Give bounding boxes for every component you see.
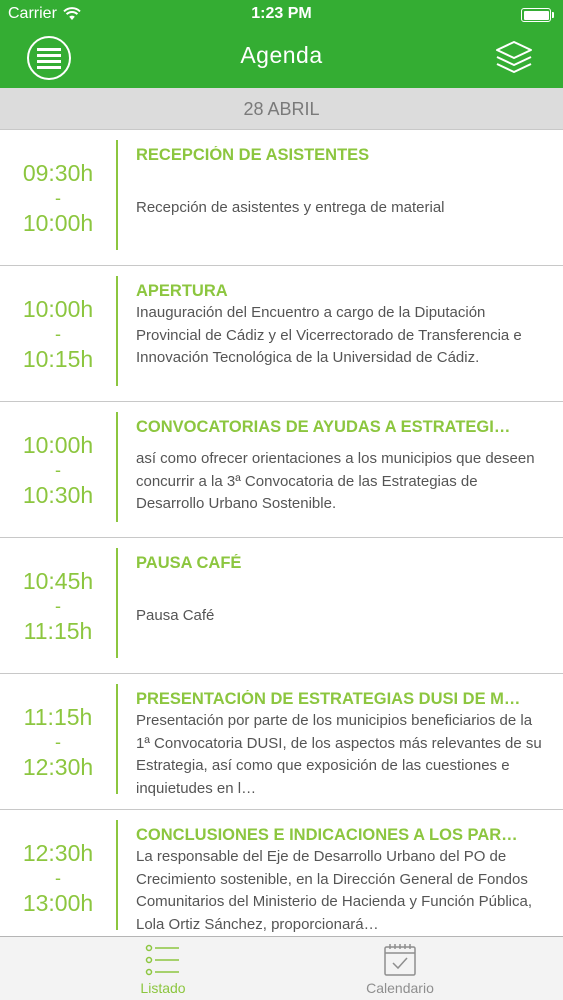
- item-title: APERTURA: [136, 282, 228, 300]
- tab-listado[interactable]: Listado: [93, 937, 233, 1000]
- start-time: 10:45h: [22, 568, 94, 594]
- list-icon: [145, 944, 179, 976]
- divider-line: [116, 276, 118, 386]
- end-time: 11:15h: [23, 618, 93, 644]
- end-time: 10:00h: [22, 210, 94, 236]
- divider-line: [116, 140, 118, 250]
- tab-label: Listado: [140, 980, 186, 996]
- time-range: 10:00h - 10:15h: [0, 266, 116, 402]
- item-description: Inauguración del Encuentro a cargo de la…: [136, 304, 522, 366]
- date-section-header: 28 ABRIL: [0, 88, 563, 130]
- time-separator: -: [55, 868, 61, 888]
- tab-label: Calendario: [366, 980, 434, 996]
- time-range: 10:00h - 10:30h: [0, 402, 116, 538]
- item-description: así como ofrecer orientaciones a los mun…: [136, 450, 535, 512]
- end-time: 10:30h: [22, 482, 94, 508]
- time-range: 09:30h - 10:00h: [0, 130, 116, 266]
- end-time: 12:30h: [22, 754, 94, 780]
- battery-icon: [521, 8, 554, 22]
- divider-line: [116, 548, 118, 658]
- time-range: 10:45h - 11:15h: [0, 538, 116, 674]
- item-title: PAUSA CAFÉ: [136, 554, 242, 572]
- start-time: 10:00h: [22, 296, 94, 322]
- layers-icon: [496, 41, 532, 73]
- tab-calendario[interactable]: Calendario: [330, 937, 470, 1000]
- start-time: 12:30h: [22, 840, 94, 866]
- item-description: Pausa Café: [136, 607, 215, 624]
- page-title: Agenda: [240, 42, 323, 68]
- item-title: CONVOCATORIAS DE AYUDAS A ESTRATEGI…: [136, 418, 511, 436]
- agenda-item[interactable]: 11:15h - 12:30h PRESENTACIÓN DE ESTRATEG…: [0, 674, 563, 810]
- start-time: 09:30h: [22, 160, 94, 186]
- start-time: 11:15h: [23, 704, 93, 730]
- item-description: La responsable del Eje de Desarrollo Urb…: [136, 848, 533, 933]
- status-time: 1:23 PM: [251, 5, 312, 22]
- end-time: 13:00h: [22, 890, 94, 916]
- time-separator: -: [55, 188, 61, 208]
- item-description: Presentación por parte de los municipios…: [136, 712, 542, 797]
- agenda-list[interactable]: 09:30h - 10:00h RECEPCIÓN DE ASISTENTES …: [0, 130, 563, 936]
- time-range: 11:15h - 12:30h: [0, 674, 116, 810]
- layers-button[interactable]: [493, 39, 535, 77]
- calendar-icon: [384, 944, 416, 976]
- tab-bar: Listado Calendario: [0, 936, 563, 1000]
- agenda-item[interactable]: 09:30h - 10:00h RECEPCIÓN DE ASISTENTES …: [0, 130, 563, 266]
- start-time: 10:00h: [22, 432, 94, 458]
- time-range: 12:30h - 13:00h: [0, 810, 116, 936]
- end-time: 10:15h: [22, 346, 94, 372]
- divider-line: [116, 412, 118, 522]
- time-separator: -: [55, 596, 61, 616]
- time-separator: -: [55, 324, 61, 344]
- item-title: PRESENTACIÓN DE ESTRATEGIAS DUSI DE M…: [136, 690, 521, 708]
- nav-header: Carrier 1:23 PM Agenda: [0, 0, 563, 88]
- item-title: CONCLUSIONES E INDICACIONES A LOS PAR…: [136, 826, 518, 844]
- time-separator: -: [55, 460, 61, 480]
- time-separator: -: [55, 732, 61, 752]
- agenda-item[interactable]: 10:00h - 10:15h APERTURA Inauguración de…: [0, 266, 563, 402]
- item-title: RECEPCIÓN DE ASISTENTES: [136, 146, 370, 164]
- divider-line: [116, 684, 118, 794]
- agenda-item[interactable]: 10:00h - 10:30h CONVOCATORIAS DE AYUDAS …: [0, 402, 563, 538]
- divider-line: [116, 820, 118, 930]
- agenda-item[interactable]: 10:45h - 11:15h PAUSA CAFÉ Pausa Café: [0, 538, 563, 674]
- status-bar: Carrier 1:23 PM: [0, 0, 563, 30]
- agenda-item[interactable]: 12:30h - 13:00h CONCLUSIONES E INDICACIO…: [0, 810, 563, 936]
- item-description: Recepción de asistentes y entrega de mat…: [136, 199, 445, 216]
